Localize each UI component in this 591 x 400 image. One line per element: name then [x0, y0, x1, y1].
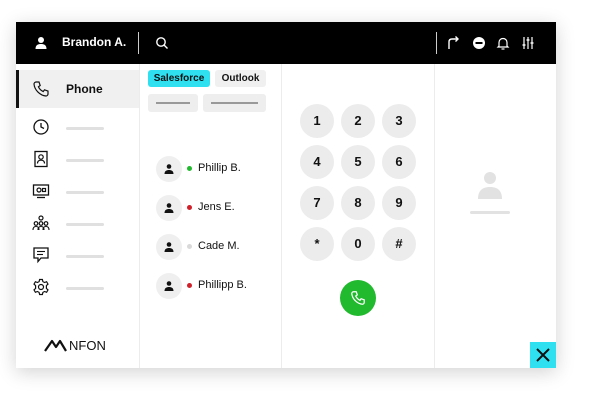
- sidebar-item-phone[interactable]: Phone: [16, 70, 139, 108]
- gear-icon: [33, 278, 49, 296]
- user-name[interactable]: Brandon A.: [62, 35, 126, 49]
- video-icon: [32, 184, 50, 199]
- contact-name: Cade M.: [198, 240, 240, 252]
- settings-sliders-icon[interactable]: [520, 35, 536, 51]
- status-dot: [187, 283, 192, 288]
- search-icon[interactable]: [154, 35, 170, 51]
- sidebar-item-placeholder: [66, 159, 104, 162]
- contact-name: Phillip B.: [198, 162, 241, 174]
- sidebar-item-settings[interactable]: [16, 276, 139, 308]
- chat-icon: [33, 247, 49, 264]
- dial-key[interactable]: 9: [382, 186, 416, 220]
- phone-icon: [351, 291, 365, 305]
- sidebar-item-chat[interactable]: [16, 244, 139, 276]
- avatar: [156, 234, 182, 260]
- logo-text: NFON: [69, 338, 106, 353]
- clock-icon: [33, 119, 49, 135]
- dial-key[interactable]: 2: [341, 104, 375, 138]
- top-bar: Brandon A.: [16, 22, 556, 64]
- sidebar-item-label: Phone: [66, 82, 103, 96]
- contact-card-icon: [34, 150, 48, 168]
- dial-key[interactable]: 0: [341, 227, 375, 261]
- dial-key[interactable]: #: [382, 227, 416, 261]
- call-button[interactable]: [340, 280, 376, 316]
- sidebar: Phone NFON: [16, 64, 140, 368]
- dial-key[interactable]: 4: [300, 145, 334, 179]
- status-dot: [187, 205, 192, 210]
- dial-key[interactable]: 3: [382, 104, 416, 138]
- sidebar-item-placeholder: [66, 223, 104, 226]
- sidebar-item-contacts[interactable]: [16, 148, 139, 180]
- nfon-logo: NFON: [44, 338, 106, 353]
- phone-icon: [33, 81, 49, 97]
- list-item[interactable]: Phillipp B.: [156, 273, 276, 299]
- contact-detail-panel: [435, 64, 556, 368]
- status-dot: [187, 166, 192, 171]
- user-icon: [164, 281, 174, 291]
- sidebar-item-groups[interactable]: [16, 212, 139, 244]
- filter-field[interactable]: [148, 94, 198, 112]
- contact-name: Phillipp B.: [198, 279, 247, 291]
- sidebar-item-video[interactable]: [16, 180, 139, 212]
- sidebar-item-placeholder: [66, 255, 104, 258]
- dial-key[interactable]: 5: [341, 145, 375, 179]
- sidebar-item-history[interactable]: [16, 116, 139, 148]
- user-icon: [164, 164, 174, 174]
- tab-outlook[interactable]: Outlook: [215, 70, 266, 87]
- contact-name: Jens E.: [198, 201, 235, 213]
- avatar: [156, 273, 182, 299]
- list-item[interactable]: Cade M.: [156, 234, 276, 260]
- user-icon: [478, 172, 502, 199]
- status-dot: [187, 244, 192, 249]
- user-icon: [164, 203, 174, 213]
- contacts-panel: Salesforce Outlook Phillip B. Jens E. Ca…: [140, 64, 282, 368]
- avatar: [156, 156, 182, 182]
- contact-name-placeholder: [470, 211, 510, 214]
- dial-key[interactable]: 1: [300, 104, 334, 138]
- list-item[interactable]: Phillip B.: [156, 156, 276, 182]
- dial-key[interactable]: 8: [341, 186, 375, 220]
- dial-key[interactable]: *: [300, 227, 334, 261]
- sidebar-item-placeholder: [66, 127, 104, 130]
- app-window: Brandon A. Phone NFON Salesforce Outlook…: [16, 22, 556, 368]
- group-icon: [32, 215, 50, 231]
- user-icon[interactable]: [33, 35, 49, 51]
- list-item[interactable]: Jens E.: [156, 195, 276, 221]
- collapse-icon: [536, 348, 550, 362]
- divider: [138, 32, 139, 54]
- sidebar-item-placeholder: [66, 287, 104, 290]
- user-icon: [164, 242, 174, 252]
- dial-key[interactable]: 7: [300, 186, 334, 220]
- do-not-disturb-icon[interactable]: [471, 35, 487, 51]
- dial-key[interactable]: 6: [382, 145, 416, 179]
- bell-icon[interactable]: [495, 35, 511, 51]
- tab-salesforce[interactable]: Salesforce: [148, 70, 210, 87]
- avatar: [156, 195, 182, 221]
- call-forward-icon[interactable]: [445, 35, 461, 51]
- filter-field[interactable]: [203, 94, 266, 112]
- divider: [436, 32, 437, 54]
- sidebar-item-placeholder: [66, 191, 104, 194]
- collapse-button[interactable]: [530, 342, 556, 368]
- dialpad: 1 2 3 4 5 6 7 8 9 * 0 #: [282, 64, 435, 368]
